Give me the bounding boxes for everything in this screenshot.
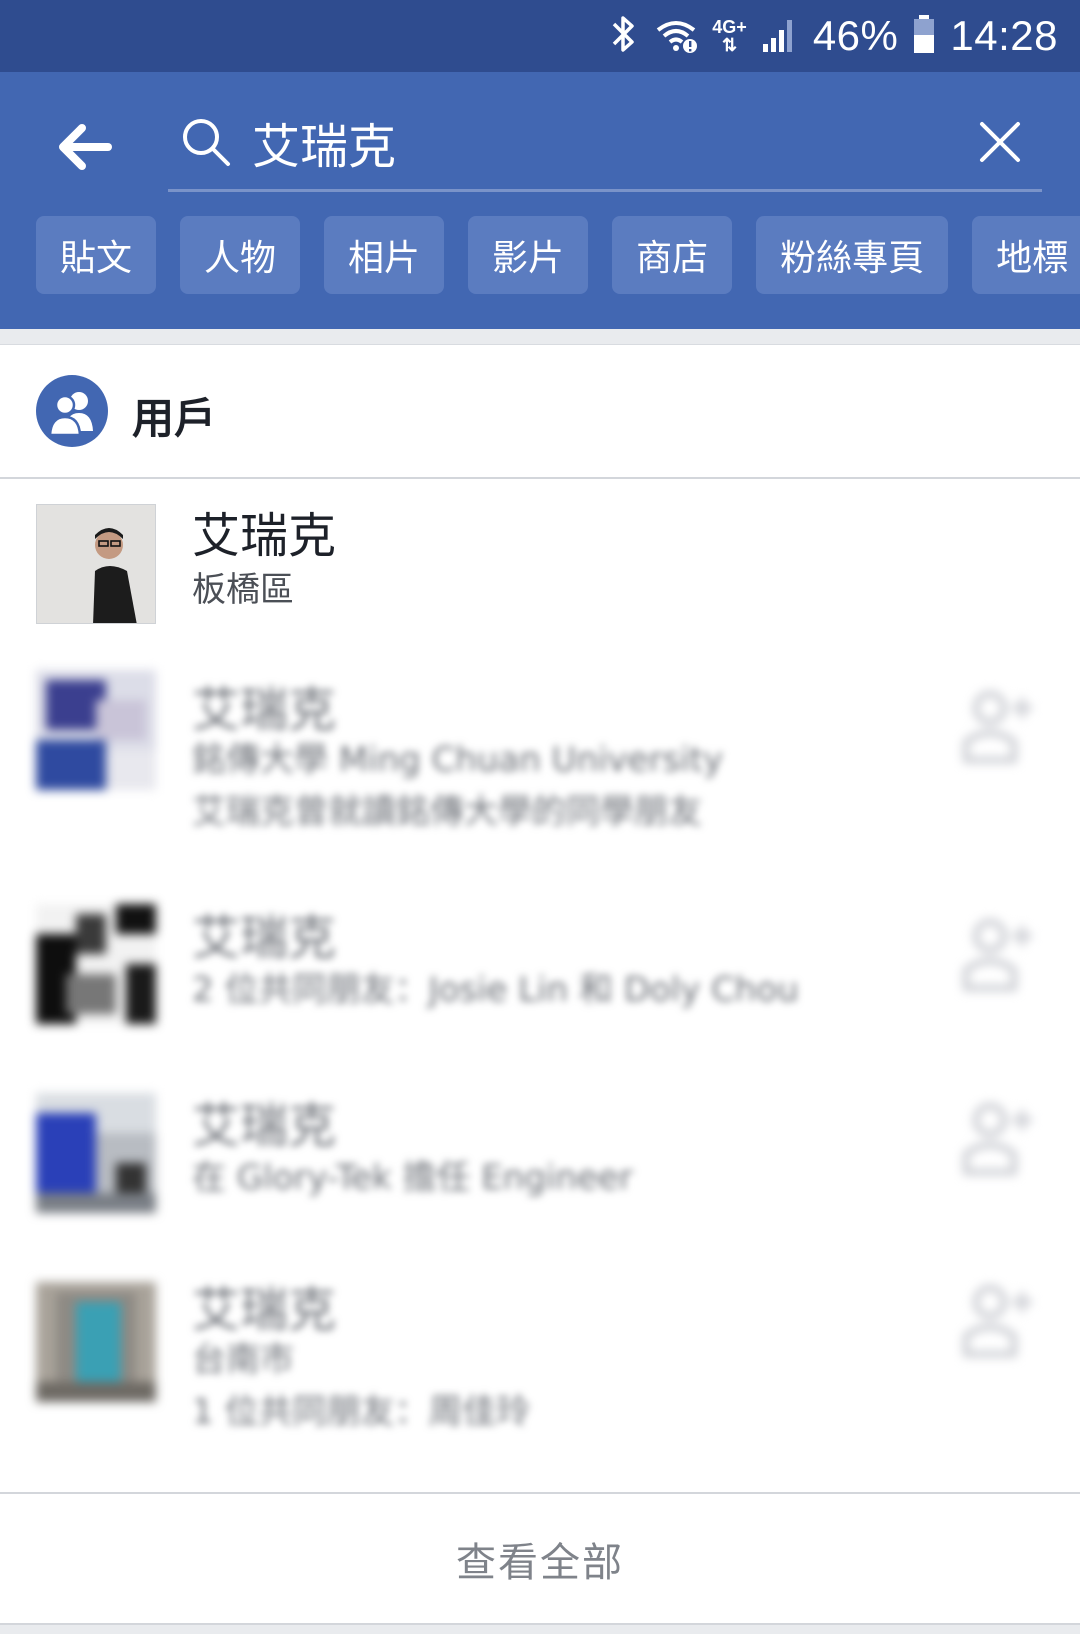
- result-item[interactable]: 艾瑞克 板橋區: [0, 482, 1080, 642]
- people-icon: [36, 375, 108, 447]
- result-name: 艾瑞克: [192, 682, 337, 738]
- result-subtitle: 在 Glory-Tek 擔任 Engineer: [192, 1158, 633, 1198]
- result-item[interactable]: 艾瑞克 台南市 1 位共同朋友：周佳玲: [0, 1260, 1080, 1450]
- result-item[interactable]: 艾瑞克 2 位共同朋友：Josie Lin 和 Doly Chou: [0, 892, 1080, 1052]
- search-icon: [183, 119, 230, 166]
- signal-icon: [761, 14, 799, 58]
- result-name: 艾瑞克: [192, 910, 337, 966]
- avatar: [36, 504, 156, 624]
- add-friend-icon[interactable]: [960, 684, 1036, 764]
- search-bar: [168, 92, 1042, 192]
- add-friend-icon[interactable]: [960, 1278, 1036, 1358]
- filter-chip-places[interactable]: 地標: [972, 216, 1080, 294]
- filter-chip-photos[interactable]: 相片: [324, 216, 445, 294]
- divider: [0, 1492, 1080, 1494]
- avatar: [36, 904, 156, 1024]
- filter-chip-posts[interactable]: 貼文: [36, 216, 157, 294]
- see-all-button[interactable]: 查看全部: [0, 1495, 1080, 1623]
- search-header: 貼文 人物 相片 影片 商店 粉絲專頁 地標: [0, 72, 1080, 329]
- result-item[interactable]: 艾瑞克 在 Glory-Tek 擔任 Engineer: [0, 1080, 1080, 1240]
- avatar: [36, 670, 156, 790]
- wifi-icon: [654, 14, 698, 58]
- back-button[interactable]: [46, 112, 126, 182]
- battery-percent: 46%: [812, 12, 899, 59]
- bluetooth-icon: [606, 14, 640, 58]
- result-item[interactable]: 艾瑞克 銘傳大學 Ming Chuan University 艾瑞克曾就讀銘傳大…: [0, 660, 1080, 860]
- header-separator: [0, 329, 1080, 345]
- result-subtitle: 台南市: [192, 1340, 294, 1380]
- result-subtitle: 艾瑞克曾就讀銘傳大學的同學朋友: [192, 792, 702, 832]
- result-subtitle: 2 位共同朋友：Josie Lin 和 Doly Chou: [192, 970, 799, 1010]
- add-friend-icon[interactable]: [960, 912, 1036, 992]
- filter-chips: 貼文 人物 相片 影片 商店 粉絲專頁 地標: [36, 216, 1080, 294]
- filter-chip-pages[interactable]: 粉絲專頁: [756, 216, 949, 294]
- users-section-header: 用戶: [0, 345, 1080, 479]
- back-arrow-icon: [59, 124, 112, 170]
- filter-chip-videos[interactable]: 影片: [468, 216, 589, 294]
- filter-chip-shops[interactable]: 商店: [612, 216, 733, 294]
- result-name: 艾瑞克: [192, 1098, 337, 1154]
- search-input[interactable]: [252, 110, 952, 174]
- result-subtitle: 銘傳大學 Ming Chuan University: [192, 740, 724, 780]
- battery-icon: [912, 13, 936, 59]
- filter-chip-people[interactable]: 人物: [180, 216, 301, 294]
- avatar: [36, 1093, 156, 1213]
- status-bar: 4G+ ⇅ 46% 14:28: [0, 0, 1080, 72]
- avatar: [36, 1282, 156, 1402]
- clock: 14:28: [950, 12, 1058, 59]
- result-subtitle: 板橋區: [192, 570, 294, 610]
- clear-search-icon[interactable]: [976, 118, 1024, 166]
- network-type: 4G+ ⇅: [712, 17, 747, 55]
- result-name: 艾瑞克: [192, 508, 337, 564]
- result-name: 艾瑞克: [192, 1282, 337, 1338]
- section-title: 用戶: [132, 394, 217, 443]
- footer-separator: [0, 1623, 1080, 1634]
- add-friend-icon[interactable]: [960, 1096, 1036, 1176]
- result-subtitle: 1 位共同朋友：周佳玲: [192, 1392, 531, 1432]
